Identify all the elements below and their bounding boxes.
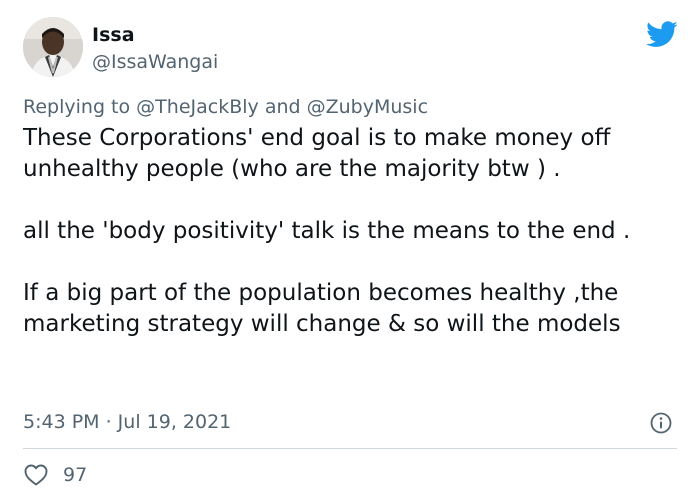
tweet-paragraph: These Corporations' end goal is to make … [23, 125, 611, 182]
divider [23, 448, 677, 449]
tweet-timestamp[interactable]: 5:43 PM · Jul 19, 2021 [23, 409, 231, 435]
avatar-image [23, 17, 83, 77]
author-display-name[interactable]: Issa [92, 22, 135, 48]
reply-context: Replying to @TheJackBly and @ZubyMusic [23, 94, 428, 120]
reply-joiner: and [264, 96, 301, 118]
reply-mention-thejackbly[interactable]: @TheJackBly [136, 96, 259, 118]
author-handle[interactable]: @IssaWangai [92, 49, 218, 75]
avatar[interactable] [23, 17, 83, 77]
heart-icon[interactable] [24, 464, 48, 486]
tweet-paragraph: If a big part of the population becomes … [23, 280, 621, 337]
twitter-bird-icon[interactable] [646, 21, 678, 48]
tweet-paragraph: all the 'body positivity' talk is the me… [23, 218, 631, 244]
reply-mention-zubymusic[interactable]: @ZubyMusic [307, 96, 428, 118]
tweet-card: Issa @IssaWangai Replying to @TheJackBly… [0, 0, 700, 503]
tweet-text: These Corporations' end goal is to make … [23, 123, 683, 340]
reply-prefix: Replying to [23, 96, 131, 118]
like-count: 97 [63, 464, 88, 486]
info-icon[interactable] [650, 412, 672, 434]
